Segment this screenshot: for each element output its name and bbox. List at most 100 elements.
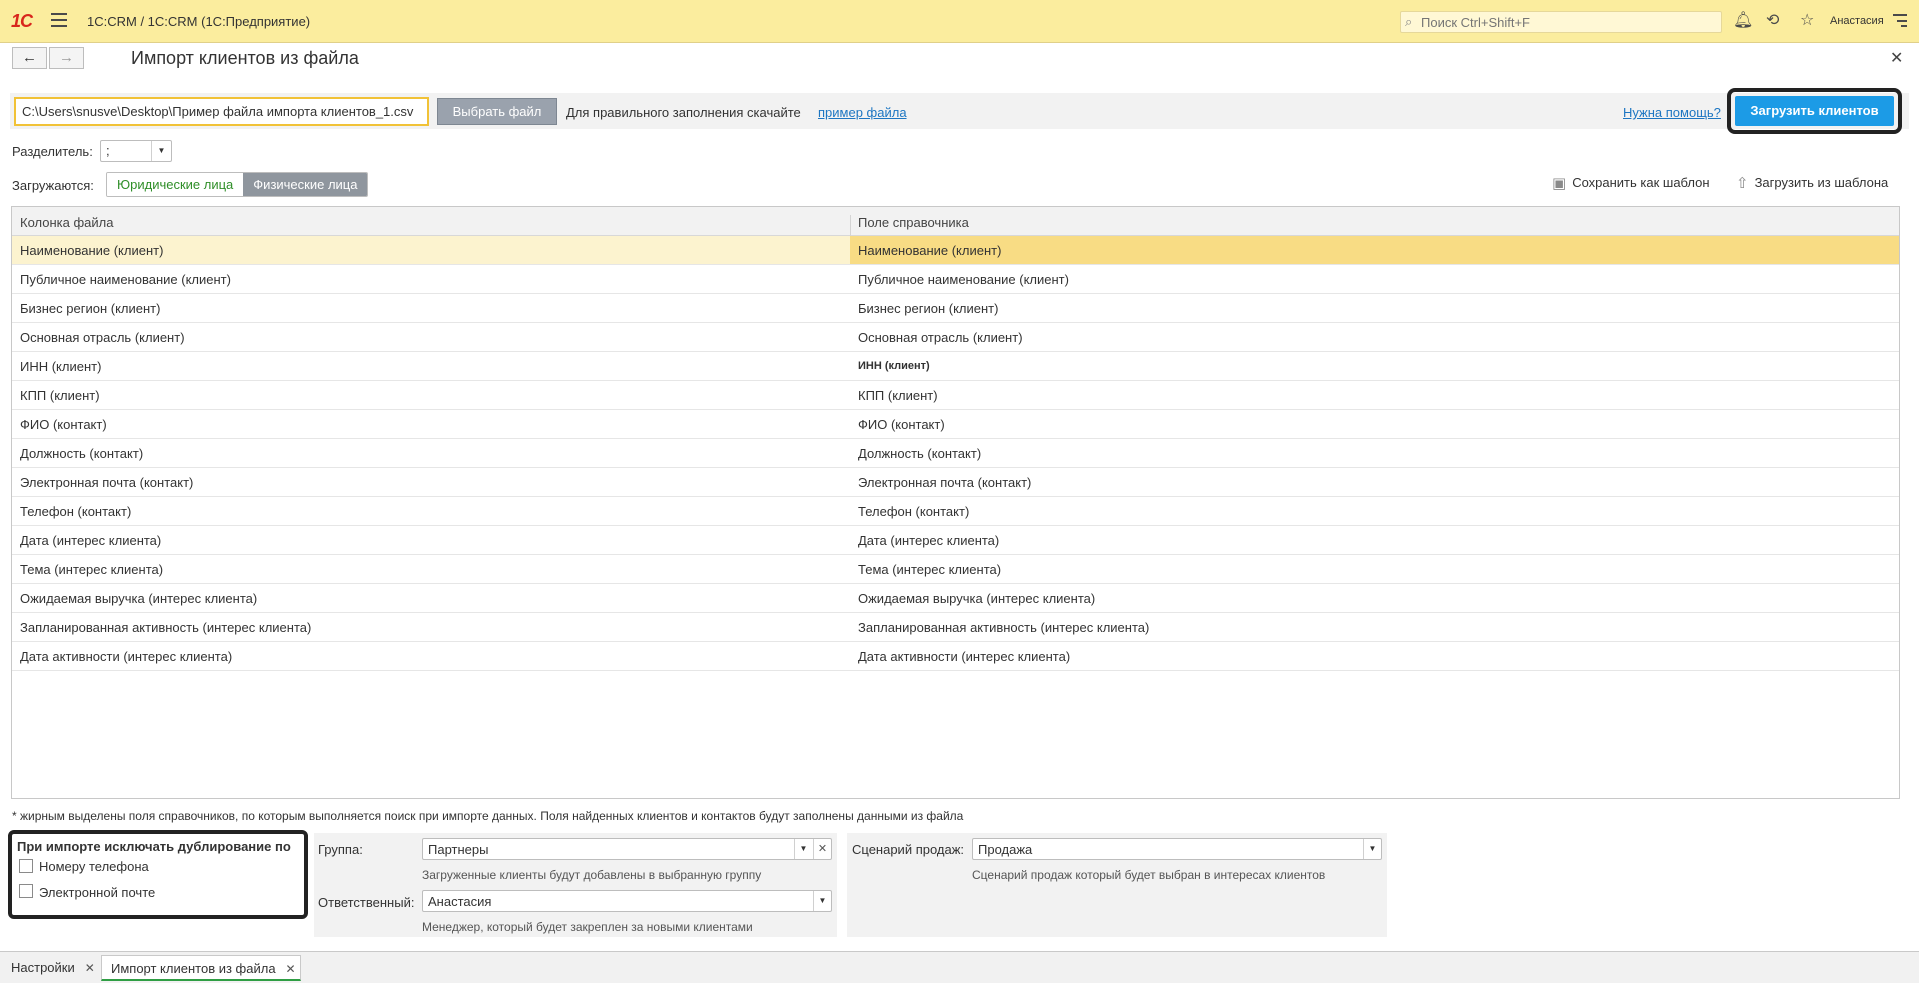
table-row[interactable]: Электронная почта (контакт) Электронная … [12, 468, 1899, 497]
dedup-phone-checkbox[interactable] [19, 859, 33, 873]
footnote: * жирным выделены поля справочников, по … [12, 809, 964, 823]
table-row[interactable]: Должность (контакт) Должность (контакт) [12, 439, 1899, 468]
save-template-button[interactable]: ▣ Сохранить как шаблон [1552, 174, 1710, 192]
cell-field[interactable]: Тема (интерес клиента) [858, 562, 1001, 577]
table-row[interactable]: Дата активности (интерес клиента) Дата а… [12, 642, 1899, 671]
app-logo[interactable]: 1С [11, 11, 33, 32]
cell-file-column: Основная отрасль (клиент) [20, 330, 185, 345]
global-search[interactable]: ⌕ [1400, 11, 1722, 33]
main-menu-icon[interactable] [51, 13, 67, 27]
help-link[interactable]: Нужна помощь? [1623, 105, 1721, 120]
settings-menu-icon[interactable] [1893, 14, 1907, 27]
scenario-select[interactable]: Продажа ▼ [972, 838, 1382, 860]
cell-file-column: Должность (контакт) [20, 446, 144, 461]
table-row[interactable]: Телефон (контакт) Телефон (контакт) [12, 497, 1899, 526]
chevron-down-icon[interactable]: ▼ [1363, 839, 1381, 859]
table-row[interactable]: Запланированная активность (интерес клие… [12, 613, 1899, 642]
tab-label: Настройки [11, 960, 75, 975]
clear-icon[interactable]: ✕ [813, 839, 831, 859]
table-row[interactable]: ИНН (клиент) ИНН (клиент) [12, 352, 1899, 381]
tab-label: Импорт клиентов из файла [111, 961, 276, 976]
load-template-button[interactable]: ⇧ Загрузить из шаблона [1736, 174, 1888, 192]
table-row[interactable]: КПП (клиент) КПП (клиент) [12, 381, 1899, 410]
dedup-phone-label[interactable]: Номеру телефона [39, 859, 149, 874]
group-select[interactable]: Партнеры ▼ ✕ [422, 838, 832, 860]
separator-value: ; [106, 143, 110, 158]
chevron-down-icon[interactable]: ▼ [151, 141, 171, 161]
separator-label: Разделитель: [12, 144, 93, 159]
cell-file-column: Дата активности (интерес клиента) [20, 649, 233, 664]
back-button[interactable]: ← [12, 47, 47, 69]
cell-field[interactable]: Бизнес регион (клиент) [858, 301, 998, 316]
save-icon: ▣ [1552, 175, 1567, 192]
separator-select[interactable]: ; ▼ [100, 140, 172, 162]
table-row[interactable]: Дата (интерес клиента) Дата (интерес кли… [12, 526, 1899, 555]
group-label: Группа: [318, 842, 363, 857]
table-header: Колонка файла Поле справочника [12, 207, 1899, 244]
cell-field-bold[interactable]: ИНН (клиент) [858, 360, 930, 372]
table-row[interactable]: Публичное наименование (клиент) Публично… [12, 265, 1899, 294]
cell-field[interactable]: Основная отрасль (клиент) [858, 330, 1023, 345]
cell-file-column: ФИО (контакт) [20, 417, 107, 432]
table-row[interactable]: Бизнес регион (клиент) Бизнес регион (кл… [12, 294, 1899, 323]
cell-field[interactable]: КПП (клиент) [858, 388, 938, 403]
tab-import-clients[interactable]: Импорт клиентов из файла ✕ [101, 955, 301, 981]
search-input[interactable] [1421, 14, 1711, 30]
responsible-hint: Менеджер, который будет закреплен за нов… [422, 920, 753, 934]
tab-settings[interactable]: Настройки ✕ [2, 955, 99, 981]
bell-icon[interactable]: 🔔︎ [1733, 11, 1753, 31]
star-icon[interactable]: ☆ [1800, 11, 1814, 31]
cell-file-column: Электронная почта (контакт) [20, 475, 194, 490]
search-icon: ⌕ [1405, 14, 1413, 29]
cell-field[interactable]: Ожидаемая выручка (интерес клиента) [858, 591, 1095, 606]
scenario-value: Продажа [978, 842, 1033, 857]
save-template-label: Сохранить как шаблон [1572, 175, 1710, 190]
dedup-email-label[interactable]: Электронной почте [39, 885, 155, 900]
table-row[interactable]: Ожидаемая выручка (интерес клиента) Ожид… [12, 584, 1899, 613]
column-header-field[interactable]: Поле справочника [858, 215, 969, 230]
example-file-link[interactable]: пример файла [818, 105, 907, 120]
mapping-table[interactable]: Колонка файла Поле справочника Наименова… [11, 206, 1900, 799]
cell-field[interactable]: Наименование (клиент) [858, 243, 1001, 258]
table-row[interactable]: Основная отрасль (клиент) Основная отрас… [12, 323, 1899, 352]
cell-file-column: Бизнес регион (клиент) [20, 301, 161, 316]
chevron-down-icon[interactable]: ▼ [813, 891, 831, 911]
close-icon[interactable]: ✕ [286, 962, 296, 976]
cell-field[interactable]: ФИО (контакт) [858, 417, 945, 432]
cell-field[interactable]: Должность (контакт) [858, 446, 981, 461]
cell-field[interactable]: Электронная почта (контакт) [858, 475, 1031, 490]
seg-individuals[interactable]: Физические лица [243, 173, 368, 196]
scenario-label: Сценарий продаж: [852, 842, 965, 857]
cell-file-column: Дата (интерес клиента) [20, 533, 162, 548]
cell-file-column: КПП (клиент) [20, 388, 100, 403]
load-template-label: Загрузить из шаблона [1754, 175, 1889, 190]
responsible-value: Анастасия [428, 894, 492, 909]
cell-field[interactable]: Запланированная активность (интерес клие… [858, 620, 1149, 635]
close-icon[interactable]: ✕ [85, 961, 95, 975]
chevron-down-icon[interactable]: ▼ [794, 839, 812, 859]
group-hint: Загруженные клиенты будут добавлены в вы… [422, 868, 762, 882]
cell-field[interactable]: Дата активности (интерес клиента) [858, 649, 1070, 664]
forward-button[interactable]: → [49, 47, 84, 69]
cell-field[interactable]: Телефон (контакт) [858, 504, 969, 519]
history-icon[interactable]: ⟲ [1766, 11, 1779, 31]
table-row[interactable]: Тема (интерес клиента) Тема (интерес кли… [12, 555, 1899, 584]
dedup-email-checkbox[interactable] [19, 884, 33, 898]
page-title: Импорт клиентов из файла [131, 48, 359, 68]
cell-field[interactable]: Публичное наименование (клиент) [858, 272, 1069, 287]
choose-file-button[interactable]: Выбрать файл [437, 98, 557, 125]
file-path-input[interactable] [14, 97, 429, 126]
cell-file-column: Публичное наименование (клиент) [20, 272, 231, 287]
client-type-switch[interactable]: Юридические лица Физические лица [106, 172, 369, 197]
seg-legal-entities[interactable]: Юридические лица [107, 173, 244, 196]
responsible-select[interactable]: Анастасия ▼ [422, 890, 832, 912]
table-row[interactable]: Наименование (клиент) Наименование (клие… [12, 236, 1899, 265]
cell-file-column: Ожидаемая выручка (интерес клиента) [20, 591, 258, 606]
upload-icon: ⇧ [1736, 175, 1749, 192]
load-clients-button[interactable]: Загрузить клиентов [1735, 96, 1894, 126]
table-row[interactable]: ФИО (контакт) ФИО (контакт) [12, 410, 1899, 439]
column-header-file[interactable]: Колонка файла [20, 215, 113, 230]
user-name[interactable]: Анастасия [1830, 15, 1884, 27]
cell-field[interactable]: Дата (интерес клиента) [858, 533, 999, 548]
close-icon[interactable]: ✕ [1890, 48, 1903, 68]
